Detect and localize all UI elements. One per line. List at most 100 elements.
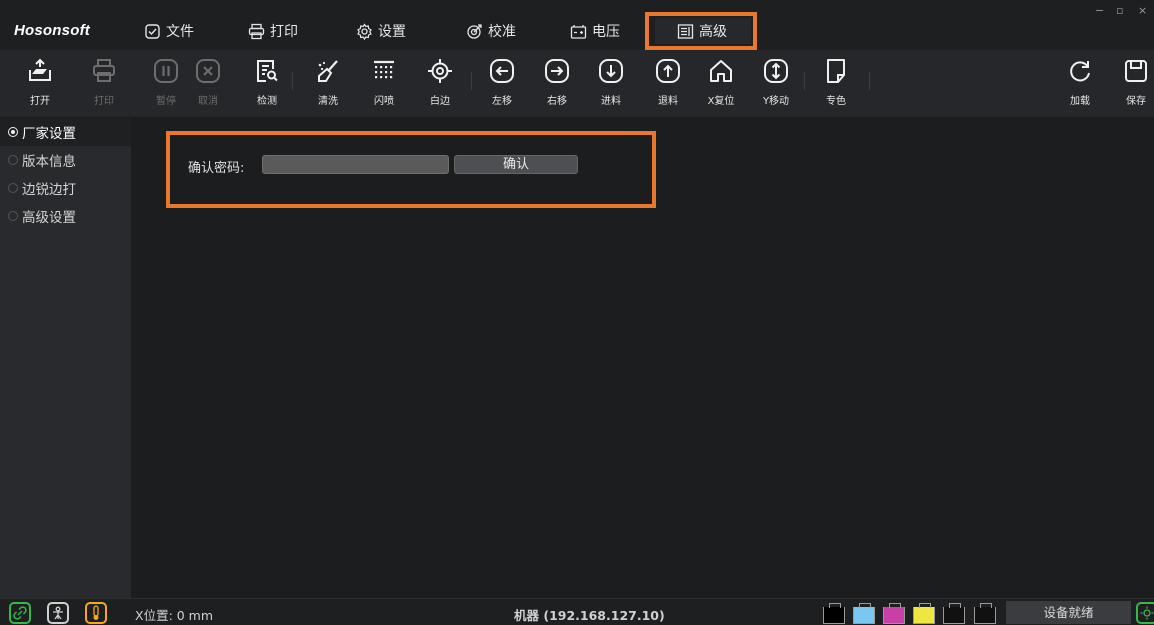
link-icon[interactable] bbox=[9, 602, 31, 624]
battery-icon bbox=[570, 24, 587, 39]
menu-print-label: 打印 bbox=[270, 24, 298, 40]
tool-save[interactable]: 保存 bbox=[1114, 54, 1154, 114]
tool-retract-label: 退料 bbox=[658, 96, 678, 107]
toolbar-separator bbox=[869, 72, 870, 90]
person-icon[interactable] bbox=[47, 602, 69, 624]
tool-inspect-label: 检测 bbox=[257, 96, 277, 107]
cancel-icon bbox=[196, 59, 220, 83]
password-input[interactable] bbox=[262, 155, 449, 174]
menu-print[interactable]: 打印 bbox=[248, 18, 298, 44]
tool-move-right-label: 右移 bbox=[547, 96, 567, 107]
radio-icon bbox=[8, 211, 18, 221]
radio-icon bbox=[8, 155, 18, 165]
tool-save-label: 保存 bbox=[1126, 96, 1146, 107]
tool-move-left[interactable]: 左移 bbox=[480, 54, 524, 114]
status-bar: X位置: 0 mm 机器 (192.168.127.10) 设备就绪 bbox=[0, 598, 1154, 625]
tool-pause-label: 暂停 bbox=[156, 96, 176, 107]
tool-spot-color-label: 专色 bbox=[826, 96, 846, 107]
sidebar-item-advanced-settings[interactable]: 高级设置 bbox=[0, 202, 131, 230]
tool-cancel-label: 取消 bbox=[198, 96, 218, 107]
open-folder-icon bbox=[29, 58, 51, 81]
confirm-button[interactable]: 确认 bbox=[454, 155, 578, 174]
maximize-button[interactable]: ▫ bbox=[1116, 4, 1123, 17]
menu-advanced-label: 高级 bbox=[699, 24, 727, 40]
sidebar-item-label: 高级设置 bbox=[22, 210, 76, 226]
close-button[interactable]: × bbox=[1138, 4, 1147, 17]
tool-move-left-label: 左移 bbox=[492, 96, 512, 107]
device-ready-status: 设备就绪 bbox=[1006, 601, 1131, 624]
menu-voltage-label: 电压 bbox=[592, 24, 620, 40]
toolbar-separator bbox=[292, 72, 293, 90]
radio-selected-icon bbox=[8, 127, 18, 137]
temperature-icon[interactable] bbox=[85, 602, 107, 624]
menu-settings-label: 设置 bbox=[378, 24, 406, 40]
inspect-icon bbox=[257, 60, 278, 82]
printer-icon bbox=[248, 23, 265, 39]
tool-print[interactable]: 打印 bbox=[82, 54, 126, 114]
menu-calibrate-label: 校准 bbox=[488, 24, 516, 40]
tool-pause[interactable]: 暂停 bbox=[144, 54, 188, 114]
cyan-ink-icon bbox=[853, 603, 875, 624]
yellow-ink-icon bbox=[913, 603, 935, 624]
arrow-up-icon bbox=[656, 59, 680, 83]
sidebar-item-label: 边锐边打 bbox=[22, 182, 76, 198]
tool-open[interactable]: 打开 bbox=[18, 54, 62, 114]
tool-white-edge-label: 白边 bbox=[430, 96, 450, 107]
spray-icon bbox=[374, 60, 394, 79]
tool-y-move[interactable]: Y移动 bbox=[754, 54, 798, 114]
toolbar: 打开 打印 暂停 取消 检测 清洗 闪喷 白边 左移 右移 进料 退料 X复位 … bbox=[0, 50, 1154, 118]
white-ink-icon bbox=[943, 603, 965, 624]
tool-feed-label: 进料 bbox=[601, 96, 621, 107]
menu-file-label: 文件 bbox=[166, 24, 194, 40]
crosshair-icon bbox=[428, 59, 452, 83]
target-icon bbox=[467, 23, 482, 39]
menu-settings[interactable]: 设置 bbox=[356, 18, 406, 44]
home-icon bbox=[710, 60, 732, 82]
magenta-ink-icon bbox=[883, 603, 905, 624]
sidebar-item-factory-settings[interactable]: 厂家设置 bbox=[0, 118, 131, 146]
black-ink-icon bbox=[823, 603, 845, 624]
toolbar-separator bbox=[471, 72, 472, 90]
tool-print-label: 打印 bbox=[94, 96, 114, 107]
tool-load[interactable]: 加载 bbox=[1058, 54, 1102, 114]
menu-calibrate[interactable]: 校准 bbox=[466, 18, 516, 44]
tool-x-reset[interactable]: X复位 bbox=[699, 54, 743, 114]
tool-flash-spray-label: 闪喷 bbox=[374, 96, 394, 107]
main-panel bbox=[131, 118, 1154, 598]
tool-flash-spray[interactable]: 闪喷 bbox=[362, 54, 406, 114]
password-label: 确认密码: bbox=[188, 161, 245, 176]
tool-clean-label: 清洗 bbox=[318, 96, 338, 107]
menu-voltage[interactable]: 电压 bbox=[570, 18, 620, 44]
minimize-button[interactable]: − bbox=[1095, 4, 1104, 17]
tool-retract[interactable]: 退料 bbox=[646, 54, 690, 114]
app-logo: Hosonsoft bbox=[14, 22, 90, 39]
menu-bar: Hosonsoft 文件 打印 设置 校准 电压 高级 − ▫ × bbox=[0, 0, 1154, 50]
sidebar-item-version-info[interactable]: 版本信息 bbox=[0, 146, 131, 174]
spot-ink-icon bbox=[974, 603, 996, 624]
brush-icon bbox=[318, 60, 338, 82]
tool-spot-color[interactable]: 专色 bbox=[814, 54, 858, 114]
save-icon bbox=[1125, 60, 1147, 82]
arrow-down-icon bbox=[599, 59, 623, 83]
tool-clean[interactable]: 清洗 bbox=[306, 54, 350, 114]
tool-move-right[interactable]: 右移 bbox=[535, 54, 579, 114]
tool-white-edge[interactable]: 白边 bbox=[418, 54, 462, 114]
menu-file[interactable]: 文件 bbox=[144, 18, 194, 44]
sidebar-item-edge-print[interactable]: 边锐边打 bbox=[0, 174, 131, 202]
radio-icon bbox=[8, 183, 18, 193]
tool-feed[interactable]: 进料 bbox=[589, 54, 633, 114]
file-check-icon bbox=[145, 23, 160, 39]
sidebar: 厂家设置 版本信息 边锐边打 高级设置 bbox=[0, 118, 131, 598]
menu-advanced[interactable]: 高级 bbox=[655, 18, 751, 44]
tool-y-move-label: Y移动 bbox=[762, 96, 790, 107]
pause-icon bbox=[154, 59, 178, 83]
bulb-icon[interactable] bbox=[1136, 602, 1154, 624]
arrow-right-icon bbox=[545, 59, 569, 83]
sidebar-item-label: 厂家设置 bbox=[22, 126, 76, 142]
list-box-icon bbox=[677, 23, 694, 39]
tool-cancel[interactable]: 取消 bbox=[186, 54, 230, 114]
x-position-text: X位置: 0 mm bbox=[135, 608, 214, 623]
toolbar-separator bbox=[804, 72, 805, 90]
spot-color-icon bbox=[827, 59, 845, 83]
tool-inspect[interactable]: 检测 bbox=[245, 54, 289, 114]
